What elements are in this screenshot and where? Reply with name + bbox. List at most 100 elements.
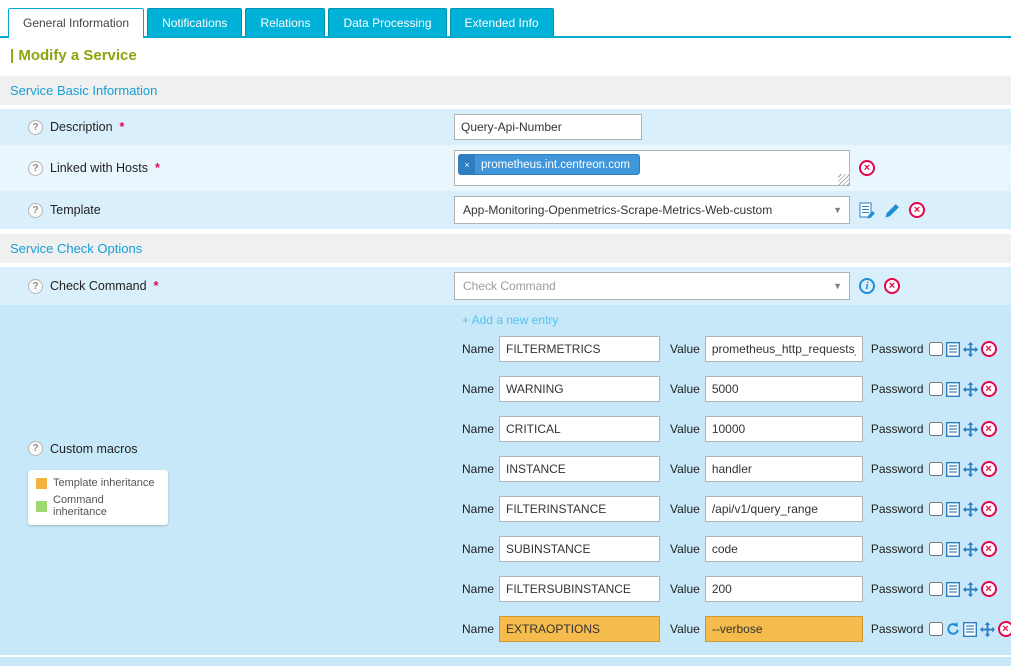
remove-host-icon[interactable]: × [459,154,475,175]
description-label: Description [50,120,113,134]
macro-value-input[interactable] [705,336,863,362]
delete-macro-icon[interactable]: × [981,341,997,357]
host-chip-label: prometheus.int.centreon.com [481,159,639,171]
macro-row: Name Value Password × [462,409,1011,449]
edit-template-icon[interactable] [885,203,900,218]
delete-macro-icon[interactable]: × [981,461,997,477]
tab-general-information[interactable]: General Information [8,8,144,38]
move-macro-icon[interactable] [980,622,995,637]
macro-value-input[interactable] [705,536,863,562]
macro-row: Name Value Password × [462,329,1011,369]
macro-row: Name Value Password × [462,569,1011,609]
move-macro-icon[interactable] [963,502,978,517]
macro-description-icon[interactable] [946,502,960,517]
clear-hosts-icon[interactable]: × [859,160,875,176]
move-macro-icon[interactable] [963,382,978,397]
move-macro-icon[interactable] [963,582,978,597]
description-input[interactable] [454,114,642,140]
macro-value-label: Value [670,382,700,396]
macro-name-label: Name [462,462,494,476]
check-command-placeholder: Check Command [463,279,556,293]
help-icon[interactable]: ? [28,441,43,456]
macro-description-icon[interactable] [946,342,960,357]
macro-name-label: Name [462,422,494,436]
macro-value-label: Value [670,502,700,516]
delete-macro-icon[interactable]: × [981,421,997,437]
macro-description-icon[interactable] [946,462,960,477]
info-icon[interactable]: i [859,278,875,294]
password-checkbox[interactable] [929,622,943,636]
move-macro-icon[interactable] [963,542,978,557]
macro-password-label: Password [871,422,924,436]
macro-password-label: Password [871,502,924,516]
host-chip: × prometheus.int.centreon.com [458,154,640,175]
macro-value-label: Value [670,622,700,636]
help-icon[interactable]: ? [28,279,43,294]
delete-macro-icon[interactable]: × [998,621,1011,637]
clear-template-icon[interactable]: × [909,202,925,218]
macro-row: Name Value Password × [462,609,1011,649]
delete-macro-icon[interactable]: × [981,381,997,397]
macro-name-input[interactable] [499,376,660,402]
macro-value-input[interactable] [705,616,863,642]
custom-macros-label: Custom macros [50,442,138,456]
tab-relations[interactable]: Relations [245,8,325,36]
macro-password-label: Password [871,342,924,356]
add-macro-link[interactable]: + Add a new entry [462,309,558,329]
macro-name-label: Name [462,382,494,396]
macro-value-label: Value [670,582,700,596]
check-command-label-cell: ? Check Command * [0,279,454,294]
macro-description-icon[interactable] [946,542,960,557]
macro-password-label: Password [871,462,924,476]
macro-value-input[interactable] [705,416,863,442]
tab-extended-info[interactable]: Extended Info [450,8,554,36]
macro-name-input[interactable] [499,496,660,522]
description-label-cell: ? Description * [0,120,454,135]
macro-value-input[interactable] [705,496,863,522]
tab-data-processing[interactable]: Data Processing [328,8,446,36]
macro-description-icon[interactable] [963,622,977,637]
move-macro-icon[interactable] [963,342,978,357]
password-checkbox[interactable] [929,422,943,436]
macro-name-input[interactable] [499,576,660,602]
required-asterisk: * [155,161,160,175]
move-macro-icon[interactable] [963,462,978,477]
password-checkbox[interactable] [929,502,943,516]
resize-grip[interactable] [838,174,849,185]
macro-name-input[interactable] [499,456,660,482]
delete-macro-icon[interactable]: × [981,541,997,557]
macro-row: Name Value Password × [462,369,1011,409]
macro-name-input[interactable] [499,336,660,362]
macro-row: Name Value Password × [462,449,1011,489]
macro-value-input[interactable] [705,376,863,402]
macro-description-icon[interactable] [946,382,960,397]
template-select[interactable]: App-Monitoring-Openmetrics-Scrape-Metric… [454,196,850,224]
check-command-select[interactable]: Check Command ▼ [454,272,850,300]
delete-macro-icon[interactable]: × [981,581,997,597]
view-template-icon[interactable] [859,202,876,219]
inheritance-legend: Template inheritanceCommand inheritance [28,470,168,525]
help-icon[interactable]: ? [28,161,43,176]
help-icon[interactable]: ? [28,120,43,135]
delete-macro-icon[interactable]: × [981,501,997,517]
macro-value-input[interactable] [705,576,863,602]
undo-macro-icon[interactable] [946,622,960,636]
macro-value-input[interactable] [705,456,863,482]
macro-description-icon[interactable] [946,582,960,597]
macro-description-icon[interactable] [946,422,960,437]
linked-hosts-input[interactable]: × prometheus.int.centreon.com [454,150,850,186]
password-checkbox[interactable] [929,542,943,556]
password-checkbox[interactable] [929,462,943,476]
tab-notifications[interactable]: Notifications [147,8,242,36]
help-icon[interactable]: ? [28,203,43,218]
password-checkbox[interactable] [929,582,943,596]
password-checkbox[interactable] [929,382,943,396]
macro-name-input[interactable] [499,416,660,442]
legend-item: Command inheritance [36,494,160,518]
password-checkbox[interactable] [929,342,943,356]
clear-check-command-icon[interactable]: × [884,278,900,294]
macro-name-input[interactable] [499,536,660,562]
move-macro-icon[interactable] [963,422,978,437]
macro-name-input[interactable] [499,616,660,642]
tab-bar: General InformationNotificationsRelation… [0,0,1011,38]
